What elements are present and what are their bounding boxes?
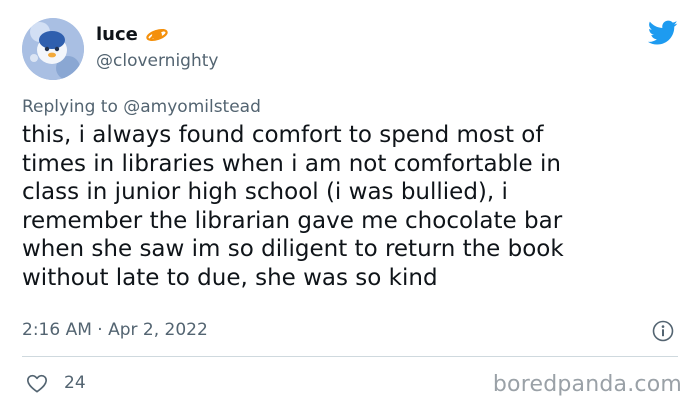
like-count: 24 (64, 373, 86, 393)
display-name[interactable]: luce (96, 24, 138, 46)
replying-to-label: Replying to (22, 97, 118, 117)
reply-mention-link[interactable]: @amyomilstead (123, 97, 261, 117)
heart-icon[interactable] (26, 372, 48, 394)
tweet-text-line: without late to due, she was so kind (22, 264, 438, 291)
tweet-text-line: remember the librarian gave me chocolate… (22, 207, 563, 234)
info-icon[interactable] (652, 320, 674, 342)
author-handle[interactable]: @clovernighty (96, 51, 218, 71)
twitter-bird-icon[interactable] (648, 20, 678, 46)
divider (22, 356, 678, 357)
watermark: boredpanda.com (492, 372, 682, 397)
avatar-image (22, 18, 84, 80)
tweet-timestamp[interactable]: 2:16 AM · Apr 2, 2022 (22, 319, 208, 341)
tweet-text-line: class in junior high school (i was bulli… (22, 179, 508, 206)
replying-to: Replying to @amyomilstead (22, 96, 261, 118)
ringed-planet-icon (146, 28, 168, 42)
tweet-text-line: when she saw im so diligent to return th… (22, 236, 564, 263)
tweet-text-line: times in libraries when i am not comfort… (22, 150, 561, 177)
tweet-text-line: this, i always found comfort to spend mo… (22, 122, 544, 148)
avatar[interactable] (22, 18, 84, 80)
tweet-text: this, i always found comfort to spend mo… (22, 121, 682, 293)
